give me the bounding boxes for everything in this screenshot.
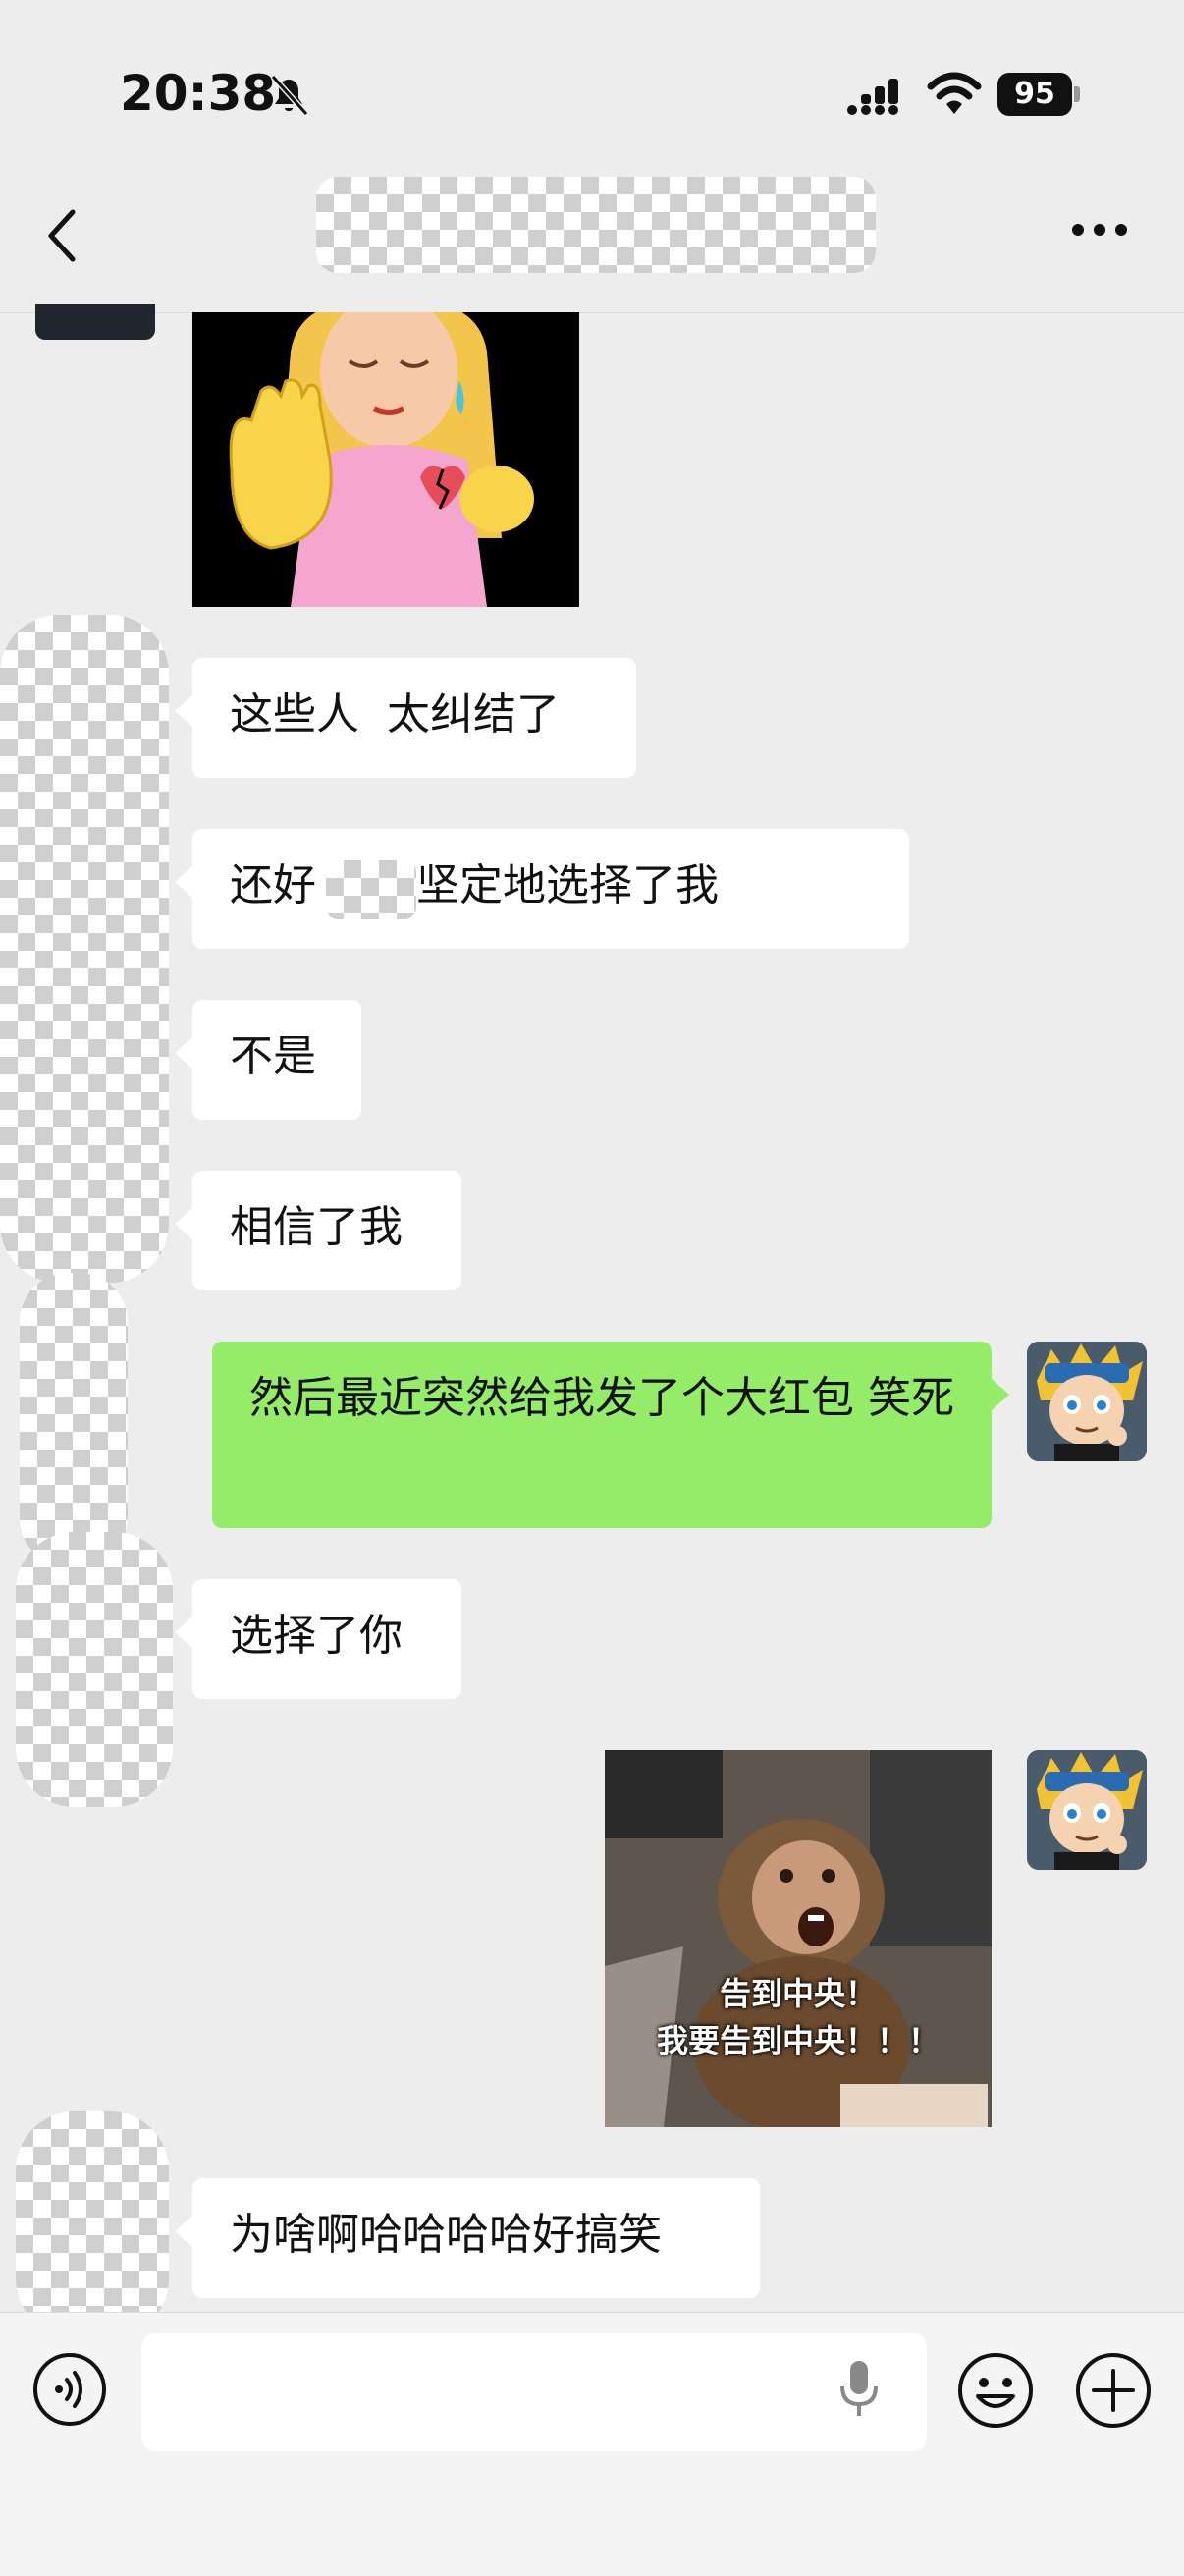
message-text: 还好 她们坚定地选择了我 [230,860,719,910]
message-text: 为啥啊哈哈哈哈好搞笑 [230,2210,662,2260]
message-bubble-incoming[interactable]: 为啥啊哈哈哈哈好搞笑 [175,2178,760,2298]
monkey-sticker[interactable]: 告到中央！ 我要告到中央！！！ [605,1750,992,2127]
microphone-icon[interactable] [836,2357,882,2422]
sticker-caption: 告到中央！ [719,1975,877,2012]
message-bubble-outgoing[interactable]: 然后最近突然给我发了个大红包 笑死 [212,1342,1009,1528]
redacted-avatar [16,2111,169,2337]
message-text: 这些人 太纠结了 [230,689,560,740]
redacted-chat-title [316,177,876,273]
more-dots-icon[interactable] [1070,222,1129,238]
avatar-self[interactable] [1027,1750,1147,1870]
message-bubble-incoming[interactable]: 还好 她们坚定地选择了我 [175,829,909,949]
wifi-icon [927,69,982,118]
message-bubble-incoming[interactable]: 不是 [175,1000,361,1120]
redacted-avatar [16,1532,173,1807]
sticker-caption: 我要告到中央！！！ [656,2022,940,2059]
message-text: 然后最近突然给我发了个大红包 笑死 [249,1373,954,1423]
emoji-icon[interactable] [956,2351,1035,2430]
message-input[interactable] [141,2333,927,2451]
message-bubble-incoming[interactable]: 选择了你 [175,1579,461,1699]
voice-icon[interactable] [31,2351,108,2428]
message-bubble-incoming[interactable]: 这些人 太纠结了 [175,658,636,778]
avatar[interactable] [35,304,155,340]
status-time: 20:38 [120,65,277,122]
avatar-self[interactable] [1027,1342,1147,1461]
message-bubble-incoming[interactable]: 相信了我 [175,1171,461,1290]
heartbroken-sticker[interactable] [192,312,579,607]
bell-slash-icon [267,73,310,118]
redacted-avatar [20,1273,128,1567]
redacted-avatar [0,615,169,1283]
message-text: 不是 [230,1031,316,1081]
redacted-text [326,860,416,919]
plus-icon[interactable] [1074,2351,1153,2430]
message-text: 选择了你 [230,1611,403,1661]
battery-level: 95 [997,73,1072,116]
message-text: 相信了我 [230,1202,403,1252]
battery-icon: 95 [997,73,1080,116]
signal-icon [846,75,907,118]
chevron-left-icon[interactable] [43,204,82,267]
